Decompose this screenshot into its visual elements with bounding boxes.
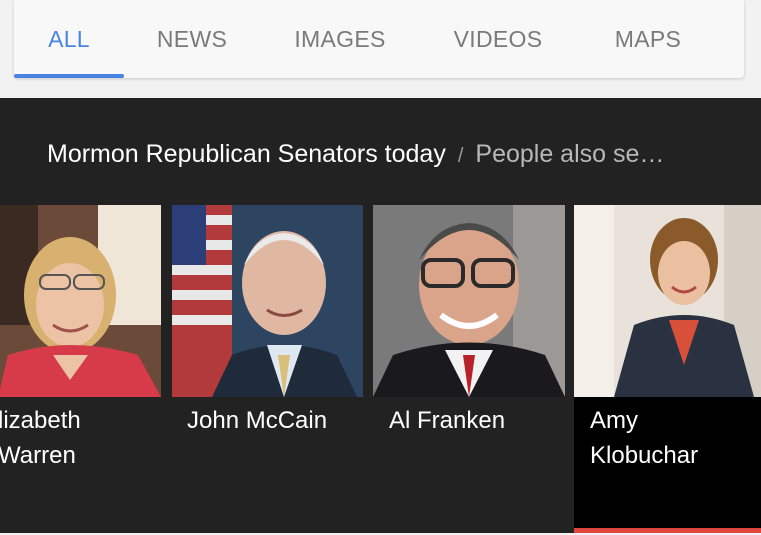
tab-images-label: IMAGES xyxy=(294,25,386,52)
person-card-elizabeth-warren[interactable]: lizabeth Warren xyxy=(0,205,161,535)
tab-videos[interactable]: VIDEOS xyxy=(442,0,554,78)
person-name: lizabeth Warren xyxy=(0,407,81,469)
breadcrumb-separator: / xyxy=(457,145,464,167)
tab-all-label: ALL xyxy=(48,25,90,52)
person-name: Amy Klobuchar xyxy=(590,407,699,469)
tab-maps-label: MAPS xyxy=(614,25,682,52)
person-photo xyxy=(172,205,363,397)
tab-news[interactable]: NEWS xyxy=(144,0,240,78)
person-name: Al Franken xyxy=(389,407,506,434)
person-photo xyxy=(0,205,161,397)
selected-card-indicator xyxy=(574,528,761,533)
carousel-title[interactable]: Mormon Republican Senators today xyxy=(47,140,446,168)
tab-all[interactable]: ALL xyxy=(14,0,124,78)
person-name: John McCain xyxy=(187,407,328,434)
tab-maps[interactable]: MAPS xyxy=(596,0,700,78)
person-card-amy-klobuchar[interactable]: Amy Klobuchar xyxy=(574,205,761,533)
person-card-john-mccain[interactable]: John McCain xyxy=(172,205,363,535)
person-photo xyxy=(373,205,565,397)
search-tab-bar: ALL NEWS IMAGES VIDEOS MAPS xyxy=(14,0,744,78)
person-photo xyxy=(574,205,761,397)
people-also-search-link[interactable]: People also se… xyxy=(475,140,664,168)
tab-videos-label: VIDEOS xyxy=(453,25,543,52)
active-tab-indicator xyxy=(14,74,124,78)
tab-images[interactable]: IMAGES xyxy=(282,0,398,78)
carousel-breadcrumb: Mormon Republican Senators today / People … xyxy=(47,140,664,169)
tab-news-label: NEWS xyxy=(156,25,228,52)
people-carousel-panel: Mormon Republican Senators today / People … xyxy=(0,98,761,533)
person-card-al-franken[interactable]: Al Franken xyxy=(373,205,565,535)
